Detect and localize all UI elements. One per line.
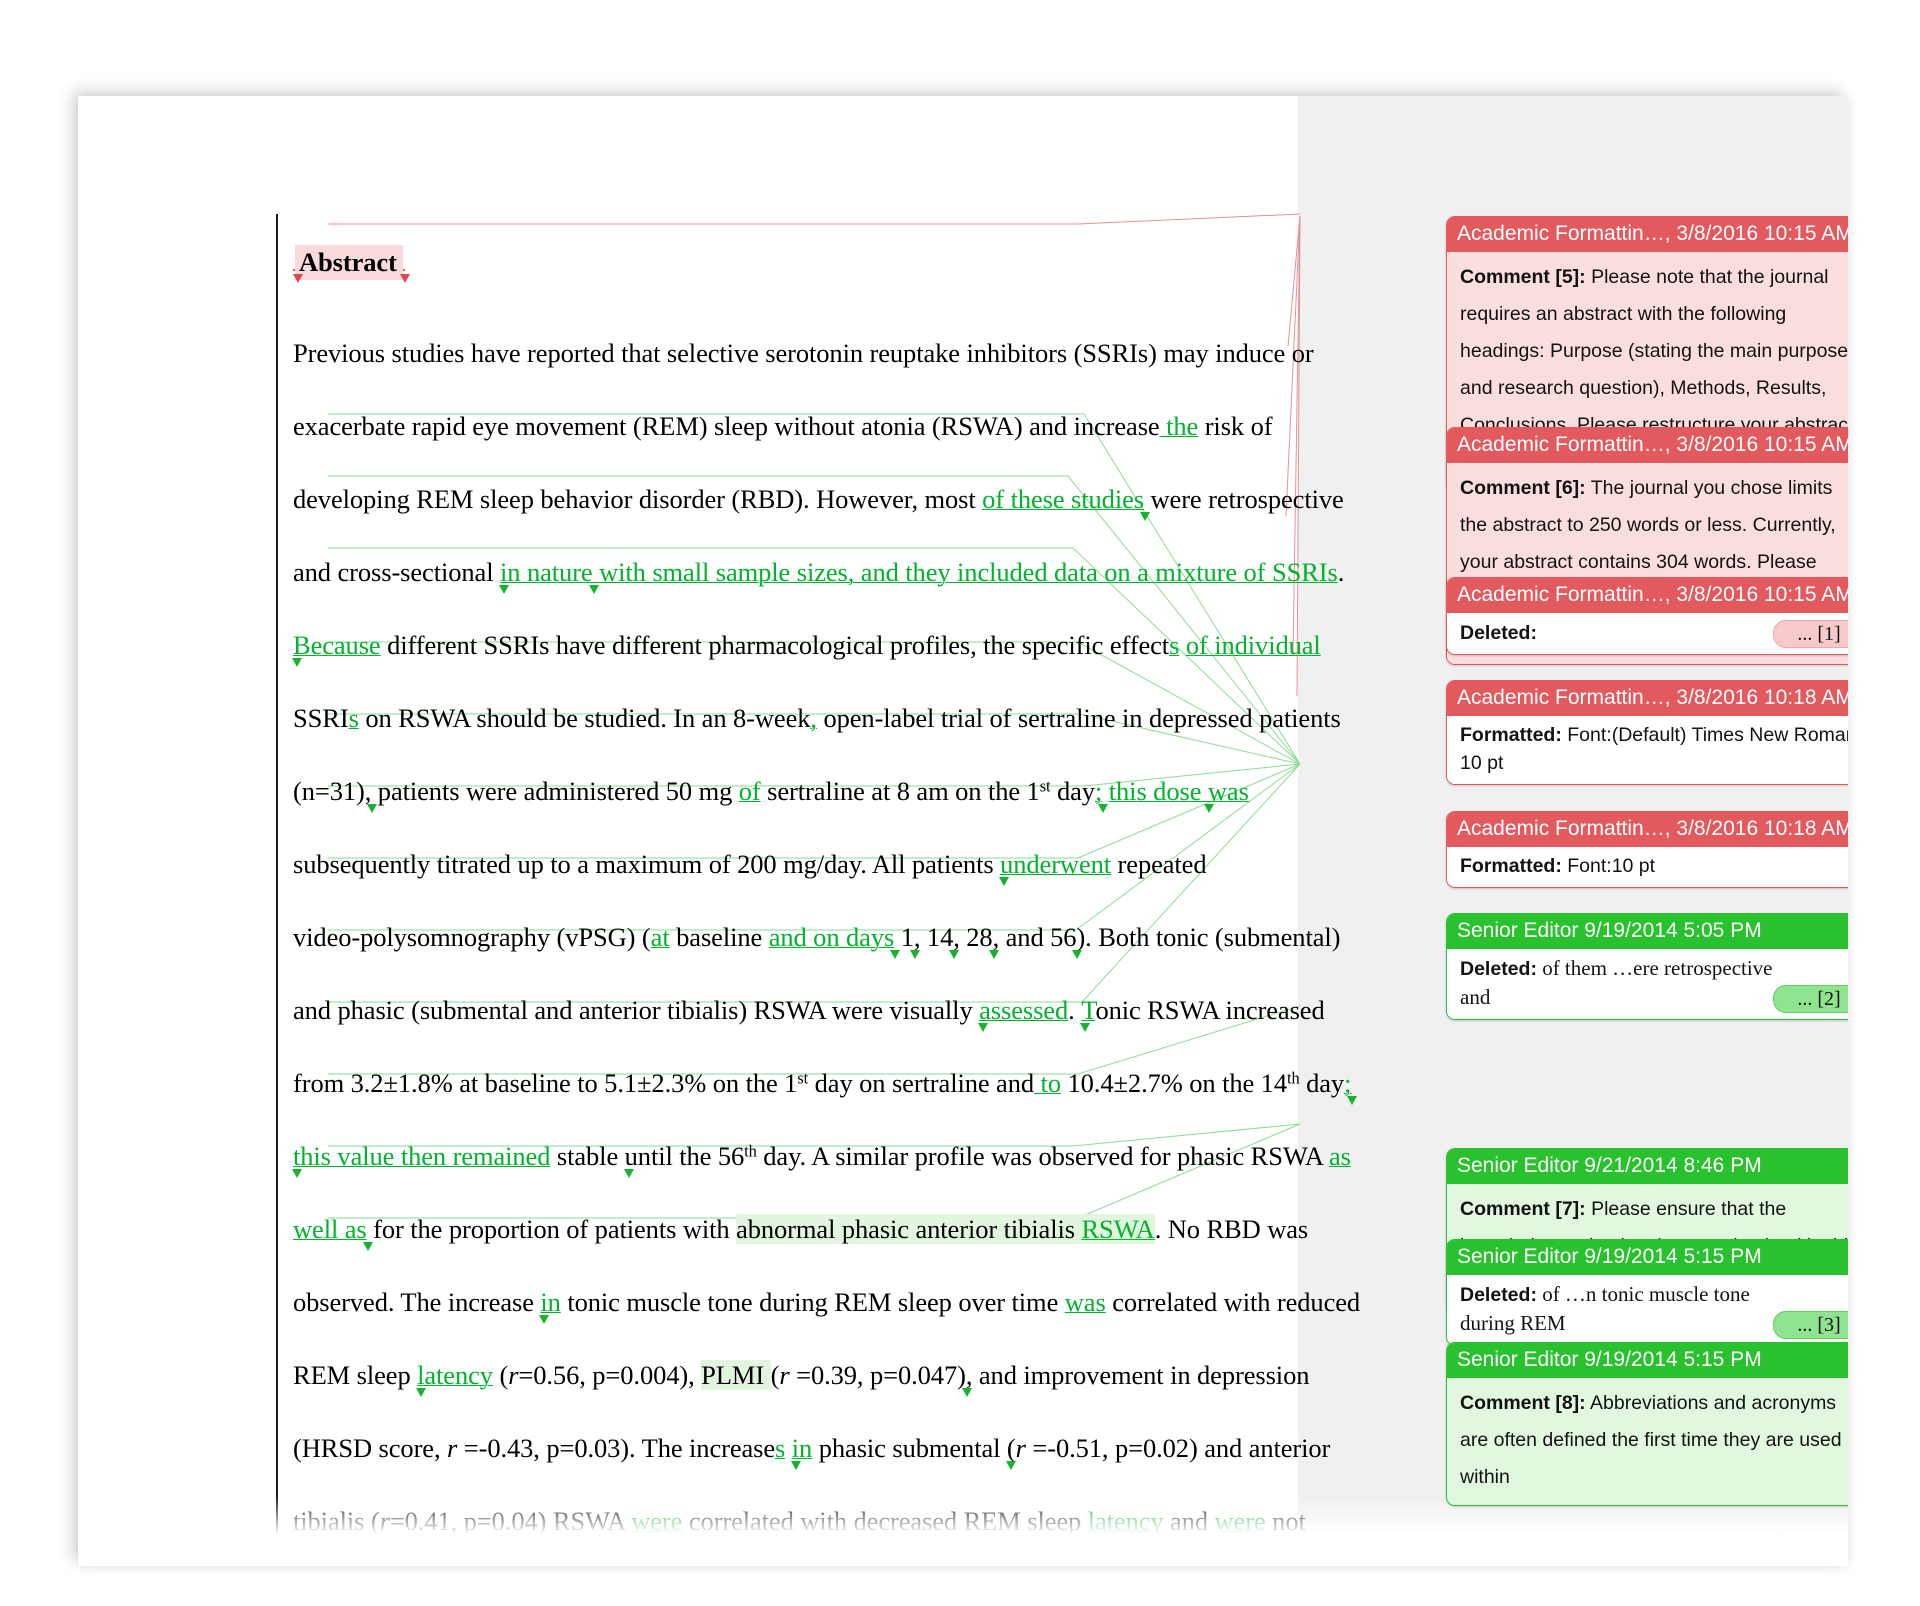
deleted-text: Deleted: of them …ere retrospective and … — [1447, 949, 1848, 1019]
deleted-text: Deleted: of …n tonic muscle tone during … — [1447, 1275, 1848, 1345]
doc-line: this value then remained stable until th… — [292, 1141, 1351, 1178]
doc-line: (n=31), patients were administered 50 mg… — [293, 776, 1249, 813]
comment-author-date: Senior Editor 9/19/2014 5:05 PM — [1447, 914, 1848, 949]
comment-anchor-icon — [399, 269, 410, 283]
doc-line: (HRSD score, r =-0.43, p=0.03). The incr… — [293, 1433, 1331, 1470]
comment-author-date: Senior Editor 9/21/2014 8:46 PM — [1447, 1149, 1848, 1184]
comment-author-date: Academic Formattin…, 3/8/2016 10:18 AM — [1447, 812, 1848, 847]
expand-pill[interactable]: ... [1] — [1773, 620, 1848, 648]
doc-line: REM sleep latency (r=0.56, p=0.004), PLM… — [293, 1360, 1310, 1397]
doc-line: observed. The increase in tonic muscle t… — [293, 1287, 1361, 1324]
doc-line: video-polysomnography (vPSG) (at baselin… — [293, 922, 1341, 959]
deleted-label: Deleted: — [1460, 622, 1537, 644]
comment-text: Comment [8]: Abbreviations and acronyms … — [1447, 1378, 1848, 1505]
deleted-balloon[interactable]: Academic Formattin…, 3/8/2016 10:15 AM D… — [1446, 577, 1848, 655]
page-bottom-fade — [78, 1496, 1848, 1566]
expand-pill[interactable]: ... [3] — [1773, 1311, 1848, 1339]
comment-balloon[interactable]: Senior Editor 9/19/2014 5:15 PM Comment … — [1446, 1342, 1848, 1506]
doc-line: and cross-sectional in nature with small… — [293, 557, 1344, 594]
comment-author-date: Senior Editor 9/19/2014 5:15 PM — [1447, 1240, 1848, 1275]
deleted-label: Deleted: — [1460, 1284, 1537, 1306]
doc-line: subsequently titrated up to a maximum of… — [293, 849, 1207, 886]
deleted-label: Deleted: — [1460, 958, 1537, 980]
comment-label: Comment [6]: — [1460, 477, 1586, 499]
comment-label: Comment [5]: — [1460, 266, 1586, 288]
deleted-balloon[interactable]: Senior Editor 9/19/2014 5:15 PM Deleted:… — [1446, 1239, 1848, 1346]
comment-author-date: Academic Formattin…, 3/8/2016 10:15 AM — [1447, 578, 1848, 613]
doc-line: Previous studies have reported that sele… — [293, 338, 1314, 368]
expand-pill[interactable]: ... [2] — [1773, 985, 1848, 1013]
changed-line-bar — [276, 214, 278, 1566]
comment-anchor-icon — [293, 269, 303, 283]
formatted-text: Formatted: Font:10 pt — [1447, 847, 1848, 887]
doc-line: exacerbate rapid eye movement (REM) slee… — [293, 411, 1273, 441]
comment-label: Comment [8]: — [1460, 1392, 1586, 1414]
formatted-label: Formatted: — [1460, 855, 1562, 877]
formatted-label: Formatted: — [1460, 724, 1562, 746]
doc-line: from 3.2±1.8% at baseline to 5.1±2.3% on… — [293, 1068, 1358, 1105]
formatted-balloon[interactable]: Academic Formattin…, 3/8/2016 10:18 AM F… — [1446, 680, 1848, 785]
comment-author-date: Academic Formattin…, 3/8/2016 10:15 AM — [1447, 217, 1848, 252]
page-title: Abstract — [293, 226, 1303, 299]
comment-label: Comment [7]: — [1460, 1198, 1586, 1220]
formatted-content: Font:10 pt — [1561, 855, 1656, 877]
doc-line: well as for the proportion of patients w… — [293, 1214, 1309, 1251]
comment-author-date: Senior Editor 9/19/2014 5:15 PM — [1447, 1343, 1848, 1378]
formatted-balloon[interactable]: Academic Formattin…, 3/8/2016 10:18 AM F… — [1446, 811, 1848, 888]
doc-line: Because different SSRIs have different p… — [292, 630, 1321, 667]
doc-line: SSRIs on RSWA should be studied. In an 8… — [293, 703, 1341, 733]
abstract-text: Abstract Previous studies have reported … — [292, 226, 1361, 1558]
deleted-balloon[interactable]: Senior Editor 9/19/2014 5:05 PM Deleted:… — [1446, 913, 1848, 1020]
doc-line: developing REM sleep behavior disorder (… — [293, 484, 1344, 521]
comment-author-date: Academic Formattin…, 3/8/2016 10:18 AM — [1447, 681, 1848, 716]
document-page: Abstract Previous studies have reported … — [78, 96, 1848, 1566]
doc-line: and phasic (submental and anterior tibia… — [293, 995, 1325, 1032]
formatted-text: Formatted: Font:(Default) Times New Roma… — [1447, 716, 1848, 784]
deleted-text: Deleted: ... [1] — [1447, 613, 1848, 654]
comment-author-date: Academic Formattin…, 3/8/2016 10:15 AM — [1447, 428, 1848, 463]
